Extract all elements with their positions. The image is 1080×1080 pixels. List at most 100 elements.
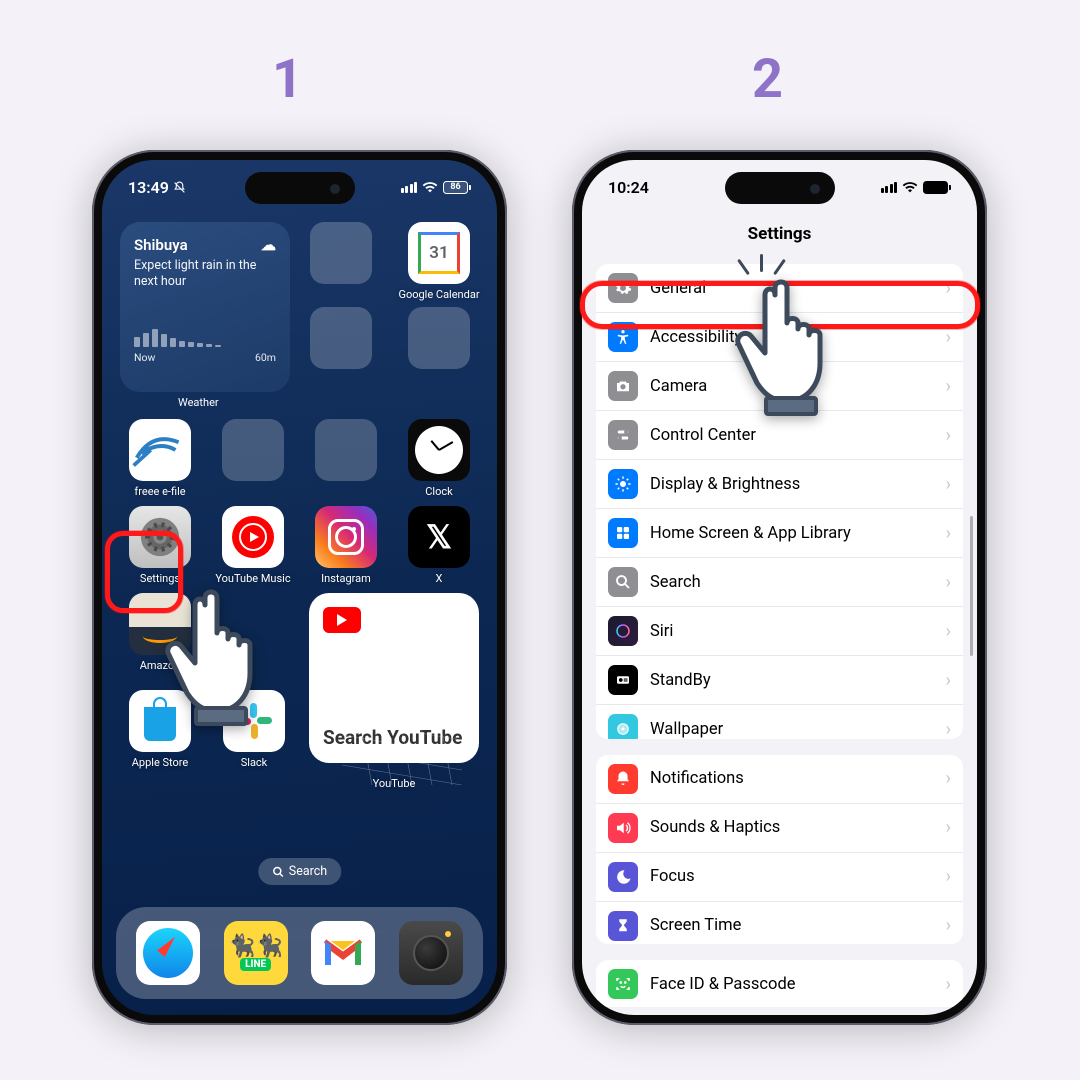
chevron-right-icon: › — [946, 572, 951, 593]
settings-row-display[interactable]: Display & Brightness › — [596, 460, 963, 509]
camera-icon — [608, 371, 638, 401]
settings-group-2: Notifications› Sounds & Haptics› Focus› … — [596, 755, 963, 944]
gmail-icon — [321, 937, 365, 969]
settings-title: Settings — [582, 216, 977, 256]
settings-row-faceid[interactable]: Face ID & Passcode › — [596, 960, 963, 1007]
wallpaper-icon — [608, 714, 638, 739]
chevron-right-icon: › — [946, 866, 951, 887]
row-label: Home Screen & App Library — [650, 524, 851, 543]
weather-widget[interactable]: Shibuya ☁ Expect light rain in the next h… — [120, 222, 290, 392]
folder-3[interactable] — [399, 307, 479, 369]
app-clock[interactable]: Clock — [399, 419, 479, 498]
status-time: 13:49 — [128, 178, 169, 197]
row-label: Search — [650, 573, 701, 592]
row-label: Display & Brightness — [650, 475, 800, 494]
step-number-1: 1 — [272, 48, 303, 111]
search-icon — [608, 567, 638, 597]
app-line[interactable]: 🐈‍⬛🐈‍⬛LINE — [224, 921, 288, 985]
apps-grid-icon — [608, 518, 638, 548]
app-youtube-music[interactable]: YouTube Music — [213, 506, 293, 585]
folder-4[interactable] — [213, 419, 293, 498]
weather-label: Weather — [178, 396, 479, 409]
hand-pointer-icon — [160, 580, 290, 734]
search-label: Search — [289, 864, 327, 879]
chevron-right-icon: › — [946, 474, 951, 495]
speaker-icon — [608, 813, 638, 843]
bird-icon — [129, 419, 191, 481]
cloud-icon: ☁ — [261, 236, 276, 254]
settings-row-screen-time[interactable]: Screen Time › — [596, 902, 963, 944]
app-freee[interactable]: freee e-file — [120, 419, 200, 498]
settings-row-search[interactable]: Search › — [596, 558, 963, 607]
brightness-icon — [608, 469, 638, 499]
row-label: Camera — [650, 377, 707, 396]
settings-row-wallpaper[interactable]: Wallpaper › — [596, 705, 963, 739]
row-label: Screen Time — [650, 916, 741, 935]
app-label: Apple Store — [132, 756, 189, 769]
scroll-indicator[interactable] — [970, 516, 973, 656]
settings-row-siri[interactable]: Siri› — [596, 607, 963, 656]
bell-icon — [608, 764, 638, 794]
app-label: freee e-file — [134, 485, 185, 498]
chevron-right-icon: › — [946, 817, 951, 838]
settings-row-home-screen[interactable]: Home Screen & App Library › — [596, 509, 963, 558]
status-bar: 10:24 — [582, 160, 977, 214]
app-label: Google Calendar — [398, 288, 479, 301]
step-number-2: 2 — [752, 48, 783, 111]
search-icon — [272, 866, 284, 878]
folder-5[interactable] — [306, 419, 386, 498]
weather-now-label: Now — [134, 351, 155, 364]
settings-group-3: Face ID & Passcode › — [596, 960, 963, 1007]
app-camera[interactable] — [399, 921, 463, 985]
weather-condition: Expect light rain in the next hour — [134, 258, 276, 289]
chevron-right-icon: › — [946, 974, 951, 995]
wifi-icon — [422, 181, 438, 193]
folder-2[interactable] — [301, 307, 381, 369]
folder-1[interactable] — [301, 222, 381, 301]
battery-icon: 86 — [443, 181, 471, 194]
settings-row-focus[interactable]: Focus› — [596, 853, 963, 902]
standby-icon — [608, 665, 638, 695]
app-safari[interactable] — [136, 921, 200, 985]
app-google-calendar[interactable]: 31 Google Calendar — [399, 222, 479, 301]
chevron-right-icon: › — [946, 915, 951, 936]
app-label: Clock — [425, 485, 452, 498]
weather-range-label: 60m — [255, 351, 276, 364]
app-x[interactable]: 𝕏X — [399, 506, 479, 585]
chevron-right-icon: › — [946, 670, 951, 691]
row-label: Face ID & Passcode — [650, 975, 796, 994]
app-label: Instagram — [321, 572, 371, 585]
app-instagram[interactable]: Instagram — [306, 506, 386, 585]
row-label: StandBy — [650, 671, 711, 690]
chevron-right-icon: › — [946, 768, 951, 789]
row-label: Siri — [650, 622, 673, 641]
faceid-icon — [608, 969, 638, 999]
spotlight-search[interactable]: Search — [258, 858, 341, 885]
toggles-icon — [608, 420, 638, 450]
row-label: Accessibility — [650, 328, 742, 347]
youtube-icon — [323, 607, 361, 633]
row-label: Wallpaper — [650, 720, 723, 739]
weather-location: Shibuya — [134, 236, 188, 254]
row-label: Sounds & Haptics — [650, 818, 780, 837]
app-gmail[interactable] — [311, 921, 375, 985]
status-time: 10:24 — [608, 178, 649, 197]
hand-pointer-icon — [730, 270, 860, 424]
app-label: Slack — [241, 756, 268, 769]
settings-row-standby[interactable]: StandBy › — [596, 656, 963, 705]
moon-icon — [608, 862, 638, 892]
row-label: Control Center — [650, 426, 756, 445]
chevron-right-icon: › — [946, 327, 951, 348]
wireframe-decoration — [342, 705, 462, 785]
chevron-right-icon: › — [946, 523, 951, 544]
calendar-day: 31 — [418, 232, 460, 274]
wifi-icon — [902, 181, 918, 193]
settings-row-sounds[interactable]: Sounds & Haptics › — [596, 804, 963, 853]
hourglass-icon — [608, 911, 638, 941]
chevron-right-icon: › — [946, 425, 951, 446]
chevron-right-icon: › — [946, 719, 951, 739]
settings-row-notifications[interactable]: Notifications › — [596, 755, 963, 804]
app-label: X — [436, 572, 443, 585]
battery-icon — [923, 181, 951, 194]
row-label: Notifications — [650, 769, 744, 788]
